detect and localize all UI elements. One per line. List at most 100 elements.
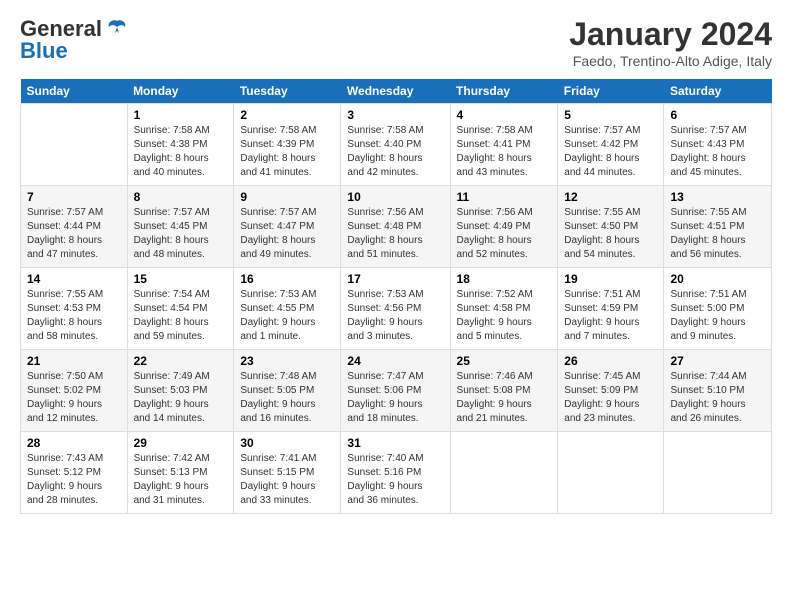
day-info: Sunrise: 7:45 AM Sunset: 5:09 PM Dayligh… — [564, 370, 657, 426]
day-number: 7 — [27, 190, 121, 204]
calendar-day: 22Sunrise: 7:49 AM Sunset: 5:03 PM Dayli… — [127, 350, 234, 432]
calendar-day: 3 Sunrise: 7:58 AM Sunset: 4:40 PM Daylig… — [341, 104, 450, 186]
day-info: Sunrise: 7:52 AM Sunset: 4:58 PM Dayligh… — [457, 288, 552, 344]
calendar-day: 26 Sunrise: 7:45 AM Sunset: 5:09 PM Dayli… — [558, 350, 664, 432]
day-info: Sunrise: 7:40 AM Sunset: 5:16 PM Dayligh… — [347, 452, 443, 508]
day-info: Sunrise: 7:47 AM Sunset: 5:06 PM Dayligh… — [347, 370, 443, 426]
day-number: 22 — [134, 354, 228, 368]
day-info: Sunrise: 7:55 AM Sunset: 4:50 PM Dayligh… — [564, 206, 657, 262]
day-number: 30 — [240, 436, 334, 450]
day-info: Sunrise: 7:56 AM Sunset: 4:48 PM Dayligh… — [347, 206, 443, 262]
header-tuesday: Tuesday — [234, 79, 341, 104]
day-number: 5 — [564, 108, 657, 122]
day-info: Sunrise: 7:50 AM Sunset: 5:02 PM Dayligh… — [27, 370, 121, 426]
day-info: Sunrise: 7:51 AM Sunset: 4:59 PM Dayligh… — [564, 288, 657, 344]
calendar-day: 17 Sunrise: 7:53 AM Sunset: 4:56 PM Dayli… — [341, 268, 450, 350]
day-number: 10 — [347, 190, 443, 204]
calendar-day: 2 Sunrise: 7:58 AM Sunset: 4:39 PM Daylig… — [234, 104, 341, 186]
day-info: Sunrise: 7:58 AM Sunset: 4:38 PM Dayligh… — [134, 124, 228, 180]
calendar-week-2: 7 Sunrise: 7:57 AM Sunset: 4:44 PM Daylig… — [21, 186, 772, 268]
calendar-week-4: 21 Sunrise: 7:50 AM Sunset: 5:02 PM Dayli… — [21, 350, 772, 432]
day-info: Sunrise: 7:44 AM Sunset: 5:10 PM Dayligh… — [670, 370, 765, 426]
day-info: Sunrise: 7:42 AM Sunset: 5:13 PM Dayligh… — [134, 452, 228, 508]
day-number: 8 — [134, 190, 228, 204]
day-info: Sunrise: 7:56 AM Sunset: 4:49 PM Dayligh… — [457, 206, 552, 262]
day-number: 13 — [670, 190, 765, 204]
day-number: 2 — [240, 108, 334, 122]
calendar-day: 21 Sunrise: 7:50 AM Sunset: 5:02 PM Dayli… — [21, 350, 128, 432]
calendar-week-3: 14 Sunrise: 7:55 AM Sunset: 4:53 PM Dayli… — [21, 268, 772, 350]
calendar-day: 30 Sunrise: 7:41 AM Sunset: 5:15 PM Dayli… — [234, 432, 341, 514]
day-info: Sunrise: 7:58 AM Sunset: 4:40 PM Dayligh… — [347, 124, 443, 180]
day-info: Sunrise: 7:51 AM Sunset: 5:00 PM Dayligh… — [670, 288, 765, 344]
header-monday: Monday — [127, 79, 234, 104]
day-info: Sunrise: 7:55 AM Sunset: 4:53 PM Dayligh… — [27, 288, 121, 344]
day-number: 1 — [134, 108, 228, 122]
month-title: January 2024 — [569, 16, 772, 53]
day-number: 17 — [347, 272, 443, 286]
day-number: 14 — [27, 272, 121, 286]
day-info: Sunrise: 7:57 AM Sunset: 4:44 PM Dayligh… — [27, 206, 121, 262]
calendar-day: 12Sunrise: 7:55 AM Sunset: 4:50 PM Dayli… — [558, 186, 664, 268]
logo-text-blue: Blue — [20, 38, 68, 64]
calendar-day: 25Sunrise: 7:46 AM Sunset: 5:08 PM Dayli… — [450, 350, 558, 432]
calendar-week-5: 28Sunrise: 7:43 AM Sunset: 5:12 PM Dayli… — [21, 432, 772, 514]
logo: General Blue — [20, 16, 129, 64]
title-area: January 2024 Faedo, Trentino-Alto Adige,… — [569, 16, 772, 69]
calendar-day: 6Sunrise: 7:57 AM Sunset: 4:43 PM Daylig… — [664, 104, 772, 186]
day-number: 26 — [564, 354, 657, 368]
location-subtitle: Faedo, Trentino-Alto Adige, Italy — [569, 53, 772, 69]
calendar-day — [558, 432, 664, 514]
header-thursday: Thursday — [450, 79, 558, 104]
day-info: Sunrise: 7:55 AM Sunset: 4:51 PM Dayligh… — [670, 206, 765, 262]
day-info: Sunrise: 7:53 AM Sunset: 4:55 PM Dayligh… — [240, 288, 334, 344]
calendar-day: 31 Sunrise: 7:40 AM Sunset: 5:16 PM Dayli… — [341, 432, 450, 514]
day-info: Sunrise: 7:46 AM Sunset: 5:08 PM Dayligh… — [457, 370, 552, 426]
header-row: Sunday Monday Tuesday Wednesday Thursday… — [21, 79, 772, 104]
day-info: Sunrise: 7:57 AM Sunset: 4:42 PM Dayligh… — [564, 124, 657, 180]
day-number: 31 — [347, 436, 443, 450]
day-number: 24 — [347, 354, 443, 368]
calendar-day — [21, 104, 128, 186]
header-saturday: Saturday — [664, 79, 772, 104]
day-info: Sunrise: 7:53 AM Sunset: 4:56 PM Dayligh… — [347, 288, 443, 344]
day-number: 3 — [347, 108, 443, 122]
calendar-day: 16 Sunrise: 7:53 AM Sunset: 4:55 PM Dayli… — [234, 268, 341, 350]
day-info: Sunrise: 7:57 AM Sunset: 4:47 PM Dayligh… — [240, 206, 334, 262]
calendar-day: 11 Sunrise: 7:56 AM Sunset: 4:49 PM Dayli… — [450, 186, 558, 268]
header-friday: Friday — [558, 79, 664, 104]
calendar-day: 24 Sunrise: 7:47 AM Sunset: 5:06 PM Dayli… — [341, 350, 450, 432]
calendar-day: 15Sunrise: 7:54 AM Sunset: 4:54 PM Dayli… — [127, 268, 234, 350]
calendar-day: 29 Sunrise: 7:42 AM Sunset: 5:13 PM Dayli… — [127, 432, 234, 514]
calendar-day: 13 Sunrise: 7:55 AM Sunset: 4:51 PM Dayli… — [664, 186, 772, 268]
day-number: 9 — [240, 190, 334, 204]
calendar-day: 7 Sunrise: 7:57 AM Sunset: 4:44 PM Daylig… — [21, 186, 128, 268]
day-info: Sunrise: 7:57 AM Sunset: 4:43 PM Dayligh… — [670, 124, 765, 180]
calendar-day: 23 Sunrise: 7:48 AM Sunset: 5:05 PM Dayli… — [234, 350, 341, 432]
day-number: 29 — [134, 436, 228, 450]
calendar-day: 10 Sunrise: 7:56 AM Sunset: 4:48 PM Dayli… — [341, 186, 450, 268]
day-info: Sunrise: 7:41 AM Sunset: 5:15 PM Dayligh… — [240, 452, 334, 508]
calendar-day: 20 Sunrise: 7:51 AM Sunset: 5:00 PM Dayli… — [664, 268, 772, 350]
day-number: 21 — [27, 354, 121, 368]
calendar-day: 5 Sunrise: 7:57 AM Sunset: 4:42 PM Daylig… — [558, 104, 664, 186]
header-wednesday: Wednesday — [341, 79, 450, 104]
calendar-day — [664, 432, 772, 514]
calendar-day: 28Sunrise: 7:43 AM Sunset: 5:12 PM Dayli… — [21, 432, 128, 514]
day-number: 23 — [240, 354, 334, 368]
day-number: 16 — [240, 272, 334, 286]
calendar-day: 9 Sunrise: 7:57 AM Sunset: 4:47 PM Daylig… — [234, 186, 341, 268]
day-info: Sunrise: 7:58 AM Sunset: 4:39 PM Dayligh… — [240, 124, 334, 180]
logo-bird-icon — [105, 19, 129, 39]
day-info: Sunrise: 7:48 AM Sunset: 5:05 PM Dayligh… — [240, 370, 334, 426]
calendar-day: 4Sunrise: 7:58 AM Sunset: 4:41 PM Daylig… — [450, 104, 558, 186]
day-number: 19 — [564, 272, 657, 286]
day-number: 28 — [27, 436, 121, 450]
calendar-day: 18Sunrise: 7:52 AM Sunset: 4:58 PM Dayli… — [450, 268, 558, 350]
day-number: 20 — [670, 272, 765, 286]
calendar-day: 19 Sunrise: 7:51 AM Sunset: 4:59 PM Dayli… — [558, 268, 664, 350]
calendar-day: 8Sunrise: 7:57 AM Sunset: 4:45 PM Daylig… — [127, 186, 234, 268]
day-number: 11 — [457, 190, 552, 204]
page: General Blue January 2024 Faedo, Trentin… — [0, 0, 792, 612]
calendar-day — [450, 432, 558, 514]
